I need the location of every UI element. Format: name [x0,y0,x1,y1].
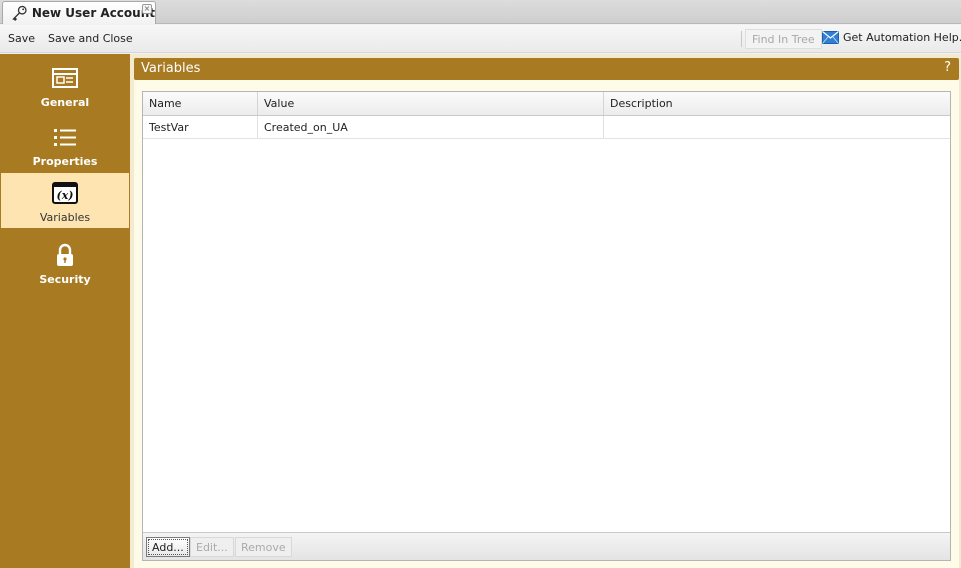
toolbar-separator [741,31,742,47]
key-icon [12,5,27,21]
remove-button[interactable]: Remove [235,537,292,557]
variables-grid: Name Value Description TestVar Created_o… [142,91,951,561]
cell-name: TestVar [143,116,258,138]
tab-strip: New User Account × [0,0,961,24]
column-header-name[interactable]: Name [143,92,258,115]
sidebar-item-general[interactable]: General [1,58,129,113]
main-panel: Variables ? Name Value Description TestV… [130,54,961,568]
get-automation-help-button[interactable]: Get Automation Help... [822,31,961,44]
add-button[interactable]: Add... [146,537,190,557]
edit-button[interactable]: Edit... [190,537,234,557]
close-icon[interactable]: × [142,4,152,14]
document-tab[interactable]: New User Account × [2,1,156,24]
find-in-tree-button[interactable]: Find In Tree [745,29,822,49]
form-icon [52,68,78,88]
lock-icon [57,243,73,266]
svg-text:(x): (x) [57,189,74,202]
save-button[interactable]: Save [8,32,35,45]
toolbar: Save Save and Close Find In Tree Get Aut… [0,25,961,53]
automation-help-label: Get Automation Help... [843,31,961,44]
grid-header: Name Value Description [143,92,950,116]
column-header-value[interactable]: Value [258,92,604,115]
cell-value: Created_on_UA [258,116,604,138]
sidebar-item-label: Security [39,273,91,286]
panel-header: Variables ? [134,58,959,80]
cell-description [604,116,950,138]
list-icon [54,129,76,146]
grid-footer: Add... Edit... Remove [143,532,950,560]
tab-title: New User Account [31,6,155,20]
panel-body: Name Value Description TestVar Created_o… [134,80,959,568]
sidebar-item-label: General [40,96,90,109]
sidebar-item-label: Variables [39,211,91,224]
panel-title: Variables [141,61,201,76]
save-and-close-button[interactable]: Save and Close [48,32,133,45]
sidebar-item-properties[interactable]: Properties [1,117,129,172]
sidebar-item-label: Properties [32,155,98,168]
help-icon[interactable]: ? [944,60,951,75]
column-header-description[interactable]: Description [604,92,950,115]
sidebar: General Properties (x) Variables Securit… [0,54,130,568]
sidebar-item-variables[interactable]: (x) Variables [1,173,129,228]
table-row[interactable]: TestVar Created_on_UA [143,116,950,139]
variable-icon: (x) [52,182,78,204]
sidebar-item-security[interactable]: Security [1,235,129,290]
mail-icon [822,31,839,44]
